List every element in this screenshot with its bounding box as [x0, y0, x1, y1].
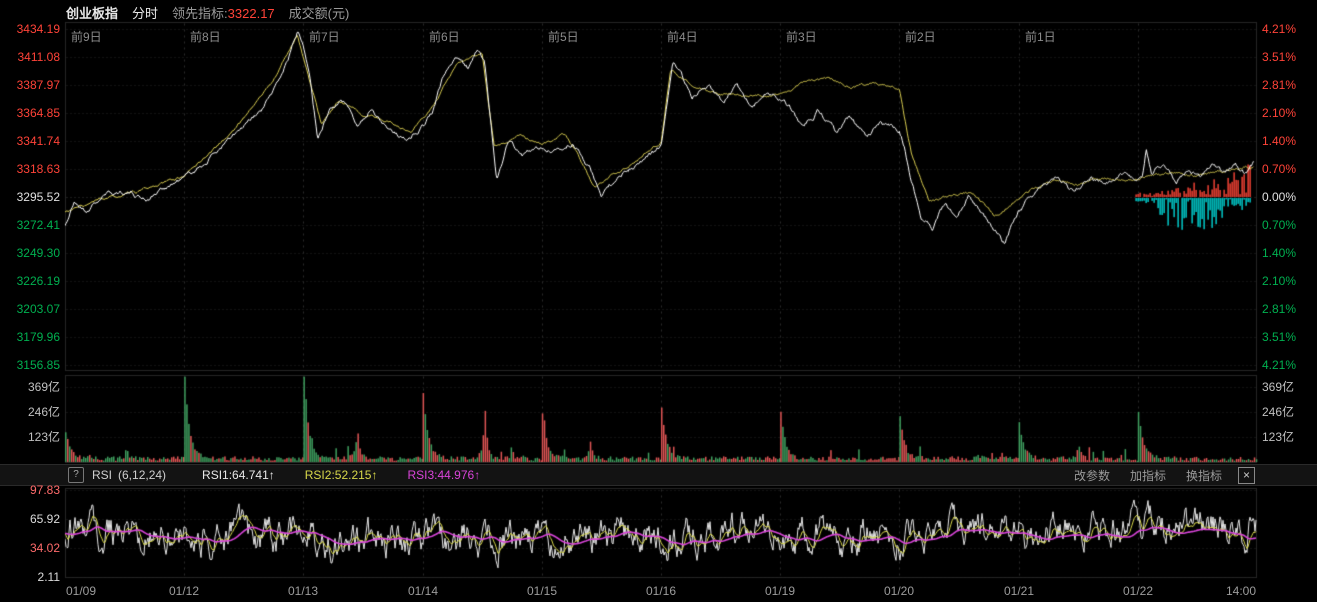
indicator-toolbar: ? RSI (6,12,24) RSI1:64.741↑ RSI2:52.215…: [0, 464, 1317, 486]
symbol-title: 创业板指: [66, 3, 118, 22]
mode-tab[interactable]: 分时: [132, 3, 158, 22]
leading-indicator-value: 3322.17: [228, 6, 275, 21]
change-params-button[interactable]: 改参数: [1074, 467, 1110, 484]
leading-indicator: 领先指标:3322.17: [172, 3, 275, 22]
switch-indicator-button[interactable]: 换指标: [1186, 467, 1222, 484]
turnover-label: 成交额(元): [289, 3, 350, 22]
rsi1-value: RSI1:64.741↑: [202, 468, 275, 482]
close-indicator-button[interactable]: ×: [1238, 467, 1255, 484]
help-icon[interactable]: ?: [68, 467, 84, 483]
indicator-params: (6,12,24): [118, 468, 166, 482]
chart-header: 创业板指 分时 领先指标:3322.17 成交额(元): [66, 3, 349, 22]
chart-canvas[interactable]: [0, 0, 1317, 602]
trading-chart-window: 创业板指 分时 领先指标:3322.17 成交额(元) ? RSI (6,12,…: [0, 0, 1317, 602]
rsi2-value: RSI2:52.215↑: [305, 468, 378, 482]
add-indicator-button[interactable]: 加指标: [1130, 467, 1166, 484]
leading-indicator-label: 领先指标:: [172, 6, 228, 21]
rsi3-value: RSI3:44.976↑: [407, 468, 480, 482]
indicator-name: RSI: [92, 468, 112, 482]
